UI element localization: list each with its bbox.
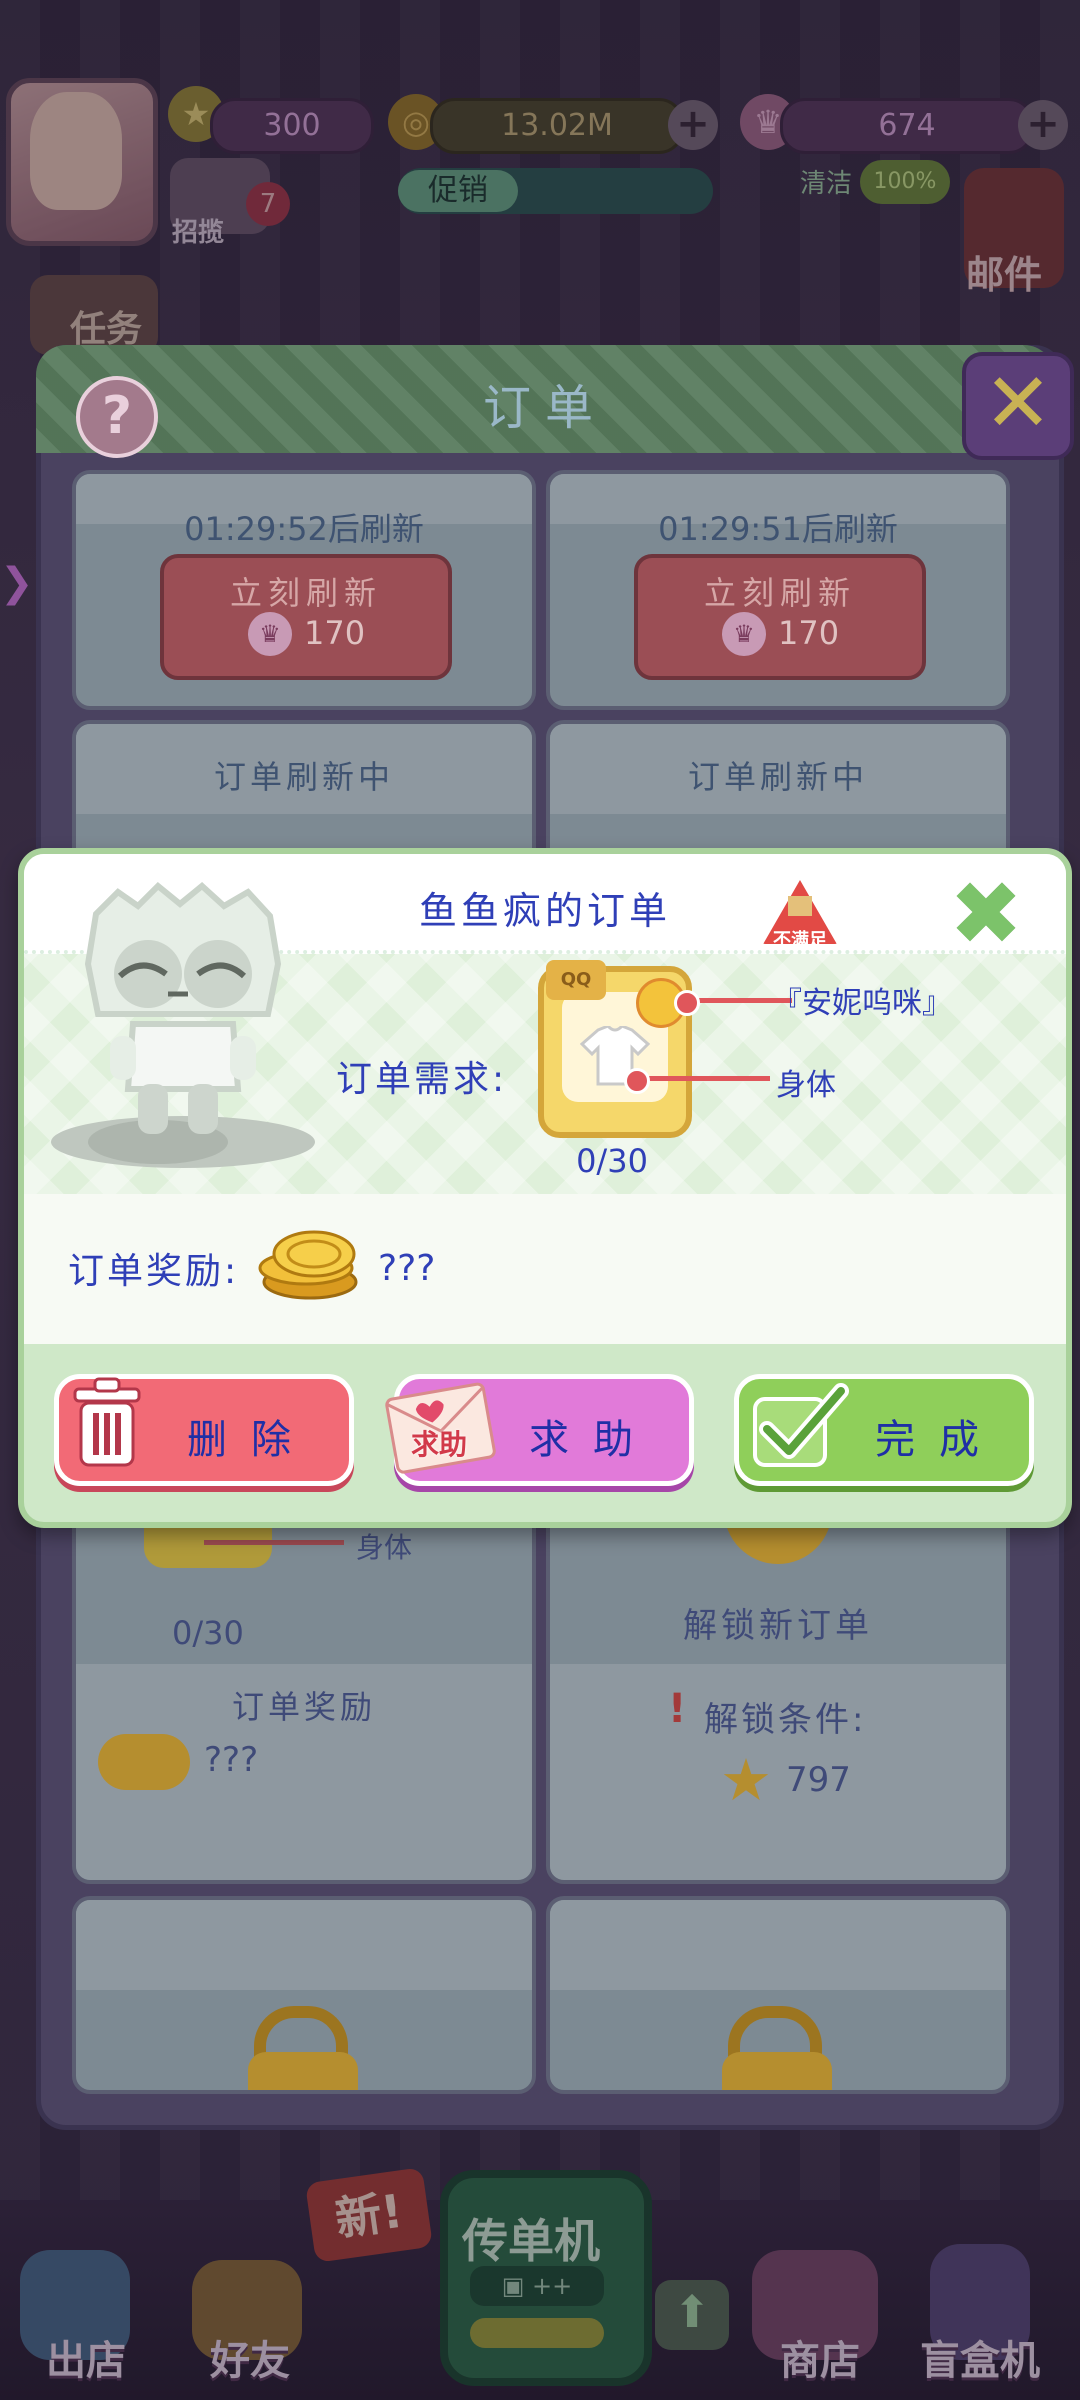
- close-orders-button[interactable]: ✕: [962, 352, 1074, 460]
- pointer-line: [204, 1540, 344, 1545]
- item-name-label: 『安妮呜咪』: [772, 986, 952, 1021]
- reward-label: 订单奖励:: [68, 1251, 240, 1292]
- order-card: 01:29:52后刷新 立刻刷新 ♛ 170: [72, 470, 536, 710]
- reward-title: 订单奖励: [231, 1688, 376, 1726]
- star-icon: ★: [720, 1746, 772, 1814]
- refresh-timer: 01:29:52后刷新: [184, 510, 424, 548]
- lock-icon: [722, 2052, 832, 2090]
- coin-stack-icon: [258, 1230, 358, 1300]
- item-part-label: 身体: [356, 1531, 413, 1564]
- unlock-title: 解锁新订单: [683, 1606, 873, 1646]
- refresh-now-label: 立刻刷新: [229, 574, 382, 612]
- order-progress: 0/30: [172, 1614, 244, 1652]
- coin-stack-icon: [98, 1734, 190, 1790]
- crown-icon: ♛: [248, 612, 292, 656]
- unlock-condition-label: 解锁条件:: [704, 1700, 867, 1740]
- reward-value: ???: [378, 1248, 436, 1289]
- exclamation-icon: !: [668, 1686, 687, 1732]
- ask-help-label: 求助: [529, 1417, 657, 1463]
- pointer-line: [638, 1076, 770, 1081]
- order-card: 01:29:51后刷新 立刻刷新 ♛ 170: [546, 470, 1010, 710]
- ask-help-button[interactable]: 求助 求助: [385, 1374, 694, 1486]
- trash-icon: [73, 1377, 141, 1467]
- unmet-badge-label: 不满足: [773, 930, 827, 951]
- order-status: 订单刷新中: [687, 758, 868, 796]
- lock-icon: [248, 2052, 358, 2090]
- requirement-label: 订单需求:: [336, 1059, 508, 1100]
- complete-label: 完成: [875, 1417, 1003, 1463]
- locked-order-card: [72, 1896, 536, 2094]
- refresh-now-button[interactable]: 立刻刷新 ♛ 170: [634, 554, 926, 680]
- close-popup-button[interactable]: ✖: [946, 870, 1026, 958]
- check-icon: [753, 1383, 849, 1467]
- order-progress: 0/30: [576, 1142, 648, 1180]
- locked-order-card: 解锁新订单 ! 解锁条件: ★ 797: [546, 1480, 1010, 1884]
- order-status: 订单刷新中: [213, 758, 394, 796]
- order-detail-popup: 鱼鱼疯的订单 不满足 ✖ 订单需求: QQ 『安妮呜咪』 身体 0/30 订单奖…: [18, 848, 1072, 1528]
- order-card: 订单刷新中: [72, 720, 536, 868]
- refresh-cost: 170: [778, 614, 840, 652]
- help-button[interactable]: ?: [76, 376, 158, 458]
- order-card: 订单刷新中: [546, 720, 1010, 868]
- refresh-now-button[interactable]: 立刻刷新 ♛ 170: [160, 554, 452, 680]
- refresh-timer: 01:29:51后刷新: [658, 510, 898, 548]
- order-card: 身体 0/30 订单奖励 ???: [72, 1480, 536, 1884]
- popup-title: 鱼鱼疯的订单: [418, 889, 671, 933]
- locked-order-card: [546, 1896, 1010, 2094]
- card-header-band: [76, 1900, 532, 1990]
- delete-order-button[interactable]: 删除: [54, 1374, 354, 1486]
- complete-order-button[interactable]: 完成: [734, 1374, 1034, 1486]
- crown-icon: ♛: [722, 612, 766, 656]
- item-part-label: 身体: [776, 1068, 836, 1103]
- envelope-label: 求助: [411, 1428, 468, 1461]
- pointer-dot: [674, 990, 700, 1016]
- orders-title: 订单: [482, 380, 607, 436]
- refresh-cost: 170: [304, 614, 366, 652]
- pointer-dot: [624, 1068, 650, 1094]
- card-header-band: [550, 1900, 1006, 1990]
- unlock-condition-value: 797: [786, 1760, 851, 1800]
- reward-value: ???: [204, 1740, 259, 1780]
- delete-label: 删除: [187, 1417, 315, 1463]
- item-bag-icon: QQ: [546, 960, 606, 1000]
- refresh-now-label: 立刻刷新: [703, 574, 856, 612]
